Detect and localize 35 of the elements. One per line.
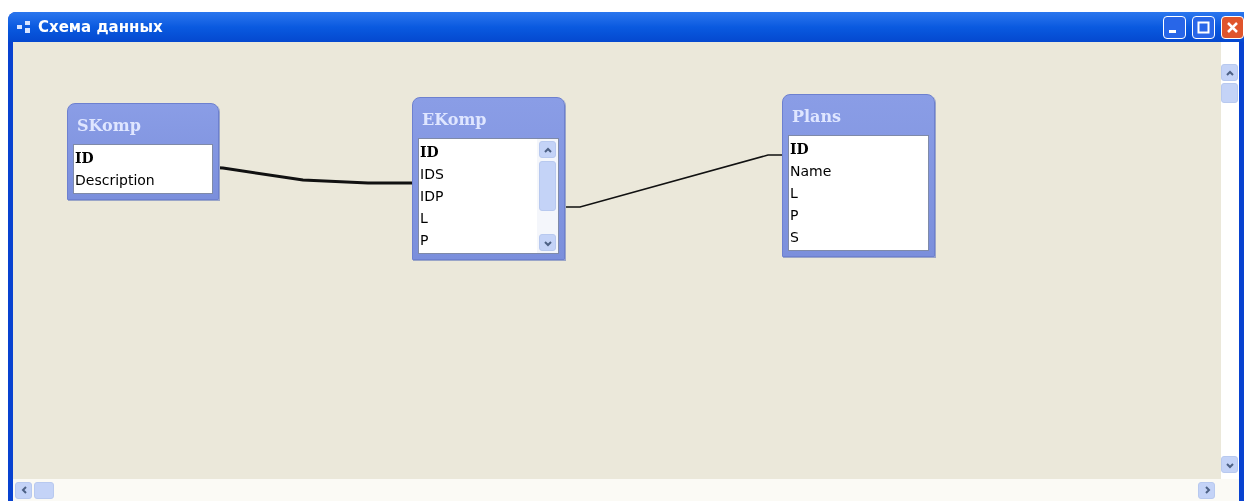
window-title: Схема данных	[38, 16, 163, 38]
field-name[interactable]: Name	[789, 160, 928, 182]
scroll-thumb[interactable]	[539, 161, 556, 211]
scroll-right-button[interactable]	[1198, 481, 1215, 499]
vertical-scrollbar[interactable]	[1221, 42, 1239, 479]
field-name[interactable]: ID	[74, 147, 212, 169]
table-title: SKomp	[76, 115, 142, 137]
maximize-button[interactable]	[1192, 15, 1215, 39]
table-title: Plans	[791, 106, 843, 128]
scroll-down-button[interactable]	[1221, 456, 1238, 473]
horizontal-scrollbar[interactable]	[13, 479, 1239, 501]
field-name[interactable]: IDP	[419, 185, 537, 207]
scroll-thumb[interactable]	[34, 481, 54, 499]
relationships-icon	[16, 20, 32, 34]
field-name[interactable]: L	[789, 182, 928, 204]
field-name[interactable]: S	[789, 226, 928, 248]
close-button[interactable]	[1221, 15, 1244, 39]
scroll-down-button[interactable]	[539, 234, 556, 251]
scroll-left-button[interactable]	[15, 481, 32, 499]
field-name[interactable]: Description	[74, 169, 212, 191]
field-name[interactable]: ID	[419, 141, 537, 163]
minimize-icon	[1169, 29, 1176, 33]
field-name[interactable]: ID	[789, 138, 928, 160]
scroll-up-button[interactable]	[1221, 64, 1238, 81]
field-name[interactable]: P	[789, 204, 928, 226]
scroll-thumb[interactable]	[1221, 83, 1238, 103]
field-name[interactable]: L	[419, 207, 537, 229]
table-title: EKomp	[421, 109, 488, 131]
scrollbar[interactable]	[537, 139, 558, 253]
field-name[interactable]: IDS	[419, 163, 537, 185]
minimize-button[interactable]	[1163, 15, 1186, 39]
maximize-icon	[1197, 20, 1210, 34]
scroll-up-button[interactable]	[539, 141, 556, 158]
field-name[interactable]: P	[419, 229, 537, 251]
close-icon	[1226, 20, 1239, 34]
